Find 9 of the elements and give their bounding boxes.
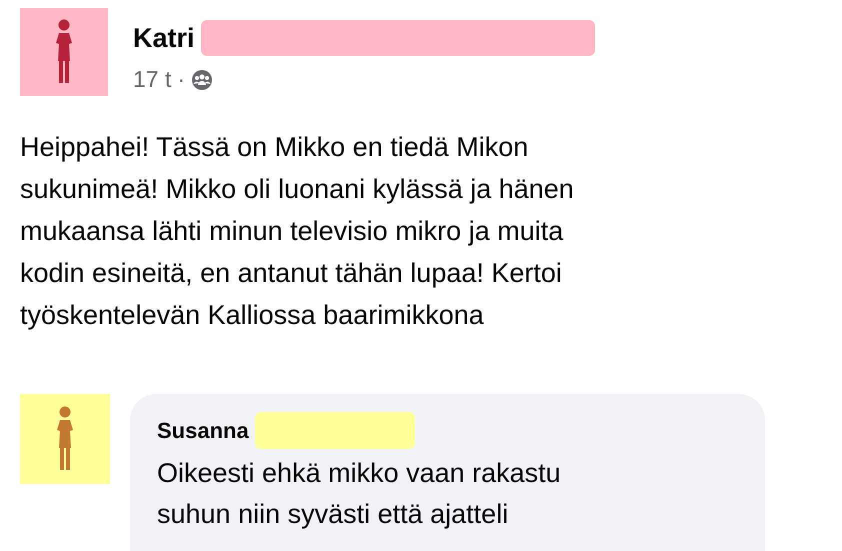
comment-text: Oikeesti ehkä mikko vaan rakastu suhun niin syvästi että ajatteli [157,457,562,531]
avatar[interactable] [20,394,110,484]
avatar[interactable] [20,8,108,96]
author-name[interactable]: Katri [133,22,195,54]
separator: · [177,66,186,93]
post-time[interactable]: 17 t [133,66,172,93]
friends-icon [191,68,214,90]
post-text: Heippahei! Tässä on Mikko en tiedä Mikon sukunimeä! Mikko oli luonani kylässä ja hänen mukaansa lähti minun televisio mikro ja muita kodin esineitä, en antanut tähän lupaa! Kertoi työskentelevän Kalliossa baarimikkona [20,131,575,332]
comment-author[interactable]: Susanna [157,418,249,444]
